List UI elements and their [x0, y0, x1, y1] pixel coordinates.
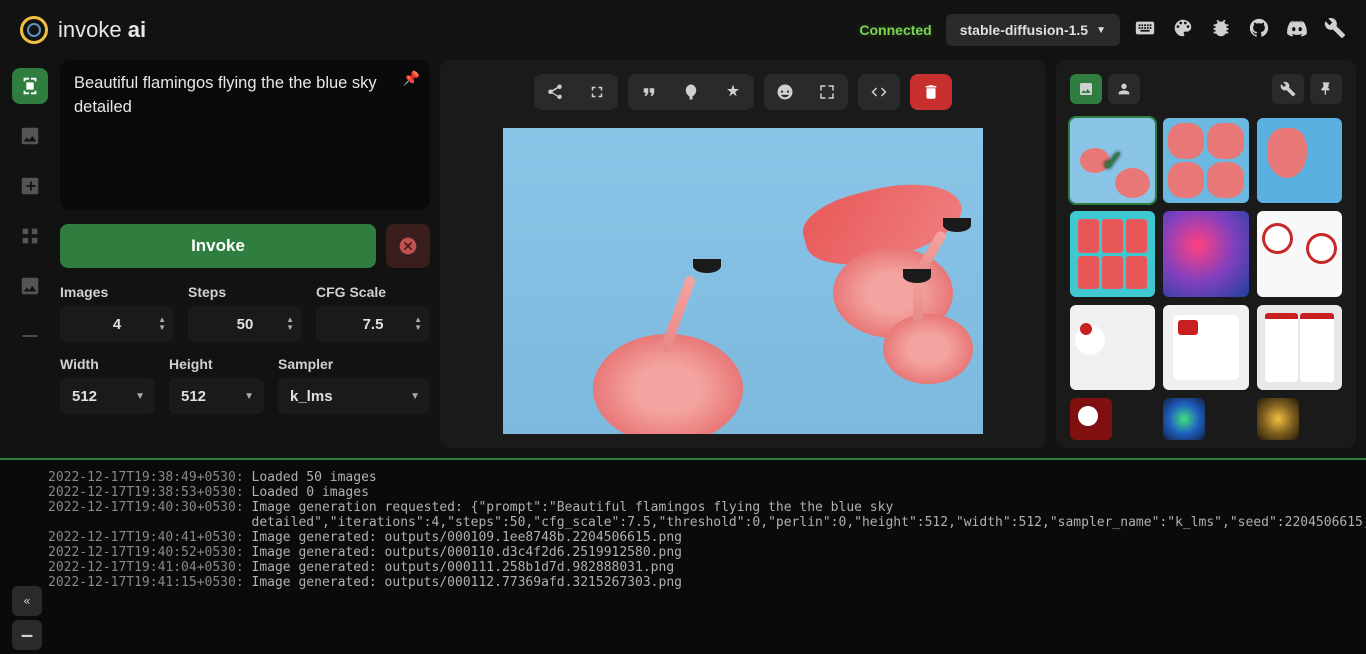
gallery-thumb[interactable]	[1257, 211, 1342, 296]
gallery-images-tab[interactable]	[1070, 74, 1102, 104]
keyboard-icon[interactable]	[1134, 17, 1156, 44]
console-line: 2022-12-17T19:40:41+0530: Image generate…	[48, 530, 1318, 545]
nodes-tab[interactable]	[12, 218, 48, 254]
canvas-panel	[440, 60, 1046, 448]
gallery-thumb[interactable]	[1257, 118, 1342, 203]
img2img-tab[interactable]	[12, 118, 48, 154]
use-all-button[interactable]	[712, 74, 754, 110]
console-line: 2022-12-17T19:38:53+0530: Loaded 0 image…	[48, 485, 1318, 500]
height-label: Height	[169, 356, 264, 372]
cfg-label: CFG Scale	[316, 284, 430, 300]
palette-icon[interactable]	[1172, 17, 1194, 44]
options-panel: Beautiful flamingos flying the the blue …	[60, 60, 440, 458]
postprocess-tab[interactable]	[12, 268, 48, 304]
mode-sidebar	[0, 60, 60, 458]
pin-icon[interactable]: 📌	[403, 68, 420, 88]
fullscreen-button[interactable]	[576, 74, 618, 110]
console-line: 2022-12-17T19:40:52+0530: Image generate…	[48, 545, 1318, 560]
logo-icon	[20, 16, 48, 44]
gallery-thumb[interactable]	[1070, 211, 1155, 296]
cancel-button[interactable]	[386, 224, 430, 268]
discord-icon[interactable]	[1286, 17, 1308, 44]
gallery-thumb[interactable]	[1070, 305, 1155, 390]
unified-canvas-tab[interactable]	[12, 168, 48, 204]
console-panel: « — 2022-12-17T19:38:49+0530: Loaded 50 …	[0, 458, 1366, 654]
use-prompt-button[interactable]	[628, 74, 670, 110]
app-logo: invoke ai	[20, 16, 146, 44]
steps-label: Steps	[188, 284, 302, 300]
sampler-select[interactable]: k_lms▼	[278, 378, 430, 414]
steps-input[interactable]: 50▲▼	[188, 306, 302, 342]
gallery-thumb[interactable]	[1163, 211, 1248, 296]
gallery-thumb[interactable]	[1070, 398, 1112, 440]
gallery-grid: ✓	[1070, 118, 1342, 440]
connection-status: Connected	[859, 22, 931, 38]
wrench-icon[interactable]	[1324, 17, 1346, 44]
face-restore-button[interactable]	[764, 74, 806, 110]
cfg-input[interactable]: 7.5▲▼	[316, 306, 430, 342]
upscale-button[interactable]	[806, 74, 848, 110]
gallery-thumb[interactable]	[1257, 398, 1299, 440]
gallery-thumb[interactable]	[1163, 398, 1205, 440]
app-title: invoke ai	[58, 17, 146, 43]
app-header: invoke ai Connected stable-diffusion-1.5…	[0, 0, 1366, 60]
console-collapse-button[interactable]: «	[12, 586, 42, 616]
image-toolbar	[534, 74, 952, 110]
model-selector[interactable]: stable-diffusion-1.5 ▼	[946, 14, 1120, 46]
bug-icon[interactable]	[1210, 17, 1232, 44]
delete-button[interactable]	[910, 74, 952, 110]
images-label: Images	[60, 284, 174, 300]
invoke-button[interactable]: Invoke	[60, 224, 376, 268]
gallery-panel: ✓	[1056, 60, 1356, 448]
gallery-thumb[interactable]: ✓	[1070, 118, 1155, 203]
use-seed-button[interactable]	[670, 74, 712, 110]
sampler-label: Sampler	[278, 356, 430, 372]
width-select[interactable]: 512▼	[60, 378, 155, 414]
width-label: Width	[60, 356, 155, 372]
current-image[interactable]	[503, 128, 983, 434]
gallery-pin-button[interactable]	[1310, 74, 1342, 104]
info-button[interactable]	[858, 74, 900, 110]
gallery-settings-button[interactable]	[1272, 74, 1304, 104]
chevron-down-icon: ▼	[1096, 25, 1106, 36]
txt2img-tab[interactable]	[12, 68, 48, 104]
training-tab[interactable]	[12, 318, 48, 354]
console-line: 2022-12-17T19:41:04+0530: Image generate…	[48, 560, 1318, 575]
images-input[interactable]: 4▲▼	[60, 306, 174, 342]
console-line: 2022-12-17T19:41:15+0530: Image generate…	[48, 575, 1318, 590]
console-minimize-button[interactable]: —	[12, 620, 42, 650]
gallery-thumb[interactable]	[1163, 305, 1248, 390]
share-button[interactable]	[534, 74, 576, 110]
console-line: 2022-12-17T19:38:49+0530: Loaded 50 imag…	[48, 470, 1318, 485]
prompt-input[interactable]: Beautiful flamingos flying the the blue …	[60, 60, 430, 210]
console-line: 2022-12-17T19:40:30+0530: Image generati…	[48, 500, 1318, 530]
gallery-user-tab[interactable]	[1108, 74, 1140, 104]
height-select[interactable]: 512▼	[169, 378, 264, 414]
model-name: stable-diffusion-1.5	[960, 22, 1088, 38]
github-icon[interactable]	[1248, 17, 1270, 44]
gallery-thumb[interactable]	[1257, 305, 1342, 390]
gallery-thumb[interactable]	[1163, 118, 1248, 203]
prompt-text: Beautiful flamingos flying the the blue …	[74, 74, 377, 116]
